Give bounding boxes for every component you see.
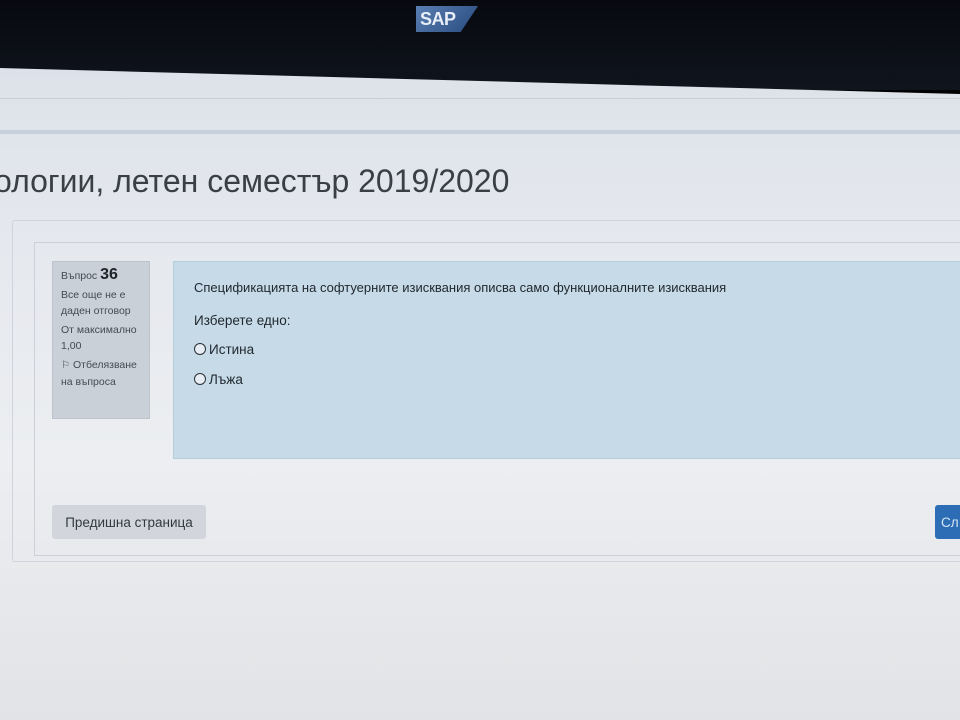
answer-option-false[interactable]: Лъжа <box>194 364 953 394</box>
radio-false[interactable] <box>194 373 206 385</box>
question-info-panel: Въпрос 36 Все още не е даден отговор От … <box>52 261 150 419</box>
answer-label-false[interactable]: Лъжа <box>209 372 243 387</box>
question-marks: От максимално 1,00 <box>61 324 137 352</box>
question-text: Спецификацията на софтуерните изисквания… <box>194 280 727 295</box>
header-separator <box>0 130 960 134</box>
navbar-divider <box>0 98 960 99</box>
answer-prompt: Изберете едно: <box>194 313 291 328</box>
answer-label-true[interactable]: Истина <box>209 342 254 357</box>
browser-screen: ологии, летен семестър 2019/2020 Въпрос … <box>0 68 960 720</box>
flag-question-label: Отбелязване на въпроса <box>61 359 137 388</box>
question-label: Въпрос <box>61 270 98 282</box>
previous-page-button[interactable]: Предишна страница <box>52 505 206 539</box>
radio-true[interactable] <box>194 343 206 355</box>
question-number-value: 36 <box>100 266 118 283</box>
answer-option-true[interactable]: Истина <box>194 334 953 364</box>
sap-logo: SAP <box>416 6 478 32</box>
flag-icon: ⚐ <box>61 360 70 371</box>
question-status: Все още не е даден отговор <box>61 289 131 317</box>
question-formulation: Спецификацията на софтуерните изисквания… <box>173 261 960 459</box>
page-title: ологии, летен семестър 2019/2020 <box>0 163 510 199</box>
question-number: Въпрос 36 <box>61 267 141 284</box>
next-page-button[interactable]: Сл <box>935 505 960 539</box>
flag-question-link[interactable]: ⚐ Отбелязване на въпроса <box>61 357 141 390</box>
